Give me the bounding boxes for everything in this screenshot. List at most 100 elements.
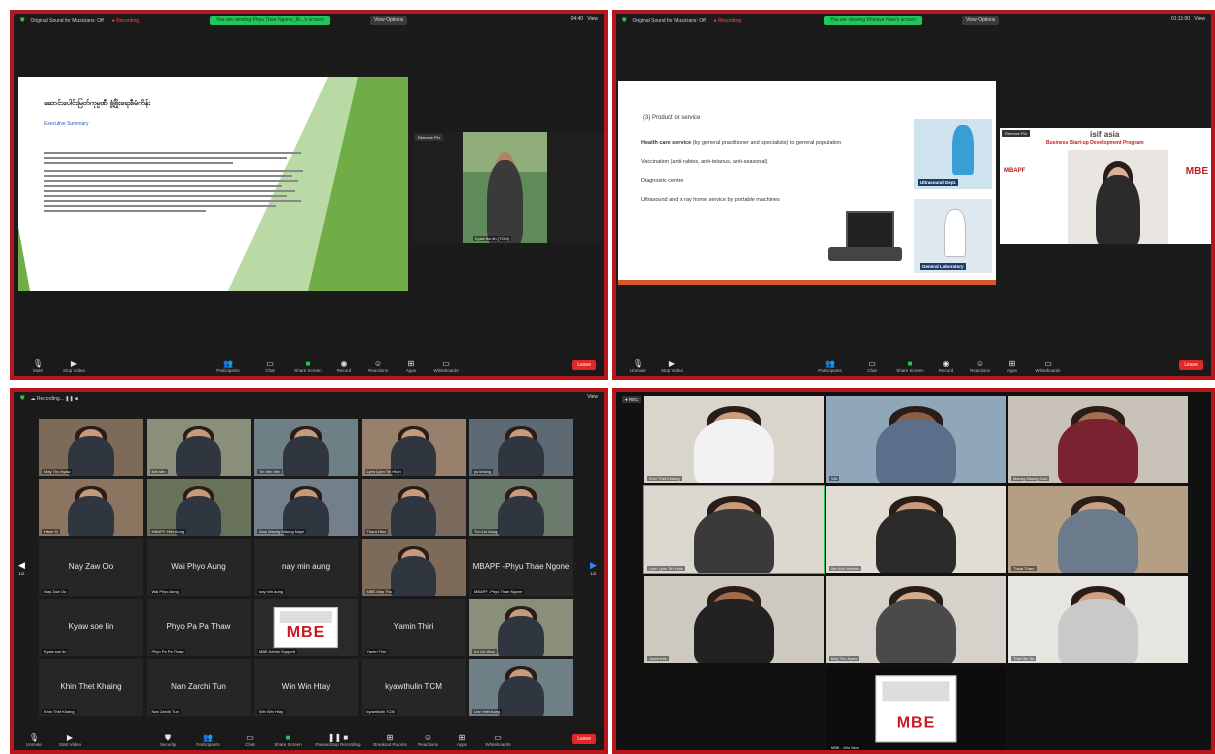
pause-stop-icon: ❚❚ ■ <box>327 733 349 742</box>
participant-tile[interactable]: Khin Thet Khaing <box>644 396 824 483</box>
participant-tile[interactable]: Thida Tharn <box>1008 486 1188 573</box>
participants-button[interactable]: 👥 Participants <box>208 359 248 373</box>
apps-button[interactable]: ⊞ Apps <box>442 733 482 747</box>
security-button[interactable]: ⛊ Security <box>148 733 188 747</box>
chat-button[interactable]: ▭ Chat <box>230 733 270 747</box>
recording-label: ☁ Recording... ❚❚ ■ <box>30 396 79 402</box>
leave-button[interactable]: Leave <box>1179 360 1203 370</box>
participant-display-name: Wai Phyo Aung <box>171 561 226 571</box>
pinned-video[interactable]: Remove Pin isif asia Business Start-up D… <box>1000 128 1211 244</box>
leave-button[interactable]: Leave <box>572 734 596 744</box>
shield-icon[interactable]: ⛊ <box>20 18 25 25</box>
participant-tile[interactable]: Win Win Htay Win Win Htay <box>254 659 358 716</box>
participant-tile[interactable]: MBAPF-Htet Aung <box>146 479 251 536</box>
participant-tile[interactable]: Wai Phyo Aung Wai Phyo Aung <box>146 539 251 596</box>
participants-button[interactable]: 👥 Participants <box>810 359 850 373</box>
original-sound-label[interactable]: Original Sound for Musicians: Off <box>633 18 706 24</box>
participant-tile[interactable]: Htwe Si <box>39 479 143 536</box>
participant-tile[interactable]: Vikl <box>826 396 1006 483</box>
stop-video-button[interactable]: ▶ Stop Video <box>54 359 94 373</box>
participant-tile[interactable]: Yamin Thiri Yamin Thiri <box>361 599 466 656</box>
participant-tile[interactable]: Tin Win Win <box>254 419 358 476</box>
unmute-button[interactable]: 🎙 Unmute <box>14 733 54 747</box>
view-options-button[interactable]: View Options <box>962 16 1000 25</box>
participant-tile[interactable]: Nay Zaw Oo Nay Zaw Oo <box>39 539 143 596</box>
start-video-button[interactable]: ▶ Start Video <box>50 733 90 747</box>
view-button[interactable]: View <box>1194 16 1205 22</box>
share-screen-button[interactable]: ■ Share Screen <box>890 359 930 373</box>
next-page-arrow[interactable]: ▶ 1/2 <box>590 560 597 576</box>
participant-tile[interactable]: Phyo Pa Pa Thaw Phyo Pa Pa Thaw <box>146 599 251 656</box>
pause-stop-recording-button[interactable]: ❚❚ ■ Pause/Stop Recording <box>308 733 368 747</box>
participant-tile[interactable]: May Thu Kyaw <box>826 576 1006 663</box>
participant-tile[interactable]: Thant Htoo <box>361 479 466 536</box>
participant-tile[interactable]: kyawthulin TCM kyawthulin TCM <box>361 659 466 716</box>
time-label: 01:11:00 <box>1170 16 1191 22</box>
participant-tile[interactable]: MBE MBE - Win Mon <box>826 666 1006 750</box>
participant-tile[interactable]: Linn Htet Aung <box>469 659 573 716</box>
participant-tile[interactable]: Tun Lin Aung <box>469 479 573 536</box>
participant-tile[interactable]: Amy Maung Maung Naye <box>254 479 358 536</box>
participant-tile[interactable]: MBE-May Thu <box>361 539 466 596</box>
pinned-video[interactable]: Remove Pin Kyaw thu lin (TCM) <box>413 132 604 243</box>
participant-tile[interactable]: Khin Thet Khaing Khin Thet Khaing <box>39 659 143 716</box>
participant-tile[interactable]: MBE MBE Admin Support <box>254 599 358 656</box>
participants-button[interactable]: 👥 Participants <box>188 733 228 747</box>
participant-tile[interactable]: Jackthetis <box>644 576 824 663</box>
shield-icon[interactable]: ⛊ <box>20 396 25 403</box>
breakout-rooms-button[interactable]: ⊞ Breakout Rooms <box>370 733 410 747</box>
participant-tile[interactable]: MBAPF -Phyu Thae Ngone MBAPF -Phyu Thae N… <box>469 539 573 596</box>
stop-video-button[interactable]: ▶ Stop Video <box>652 359 692 373</box>
slide-line-3: Diagnostic centre <box>641 178 684 184</box>
participant-tile[interactable]: yu khaing <box>469 419 573 476</box>
laboratory-label: General Laboratory <box>920 263 966 270</box>
participant-tile[interactable]: nay min aung nay min aung <box>254 539 358 596</box>
participant-name: Win Win Htay <box>257 709 286 714</box>
participant-name: Min Min Mohtoo <box>829 566 862 571</box>
mute-button[interactable]: 🎙 Mute <box>18 359 58 373</box>
participant-tile[interactable]: Ko Lin Htun <box>469 599 573 656</box>
participant-tile[interactable]: Min Min <box>146 419 251 476</box>
view-options-button[interactable]: View Options <box>370 16 408 25</box>
recording-indicator: ● Recording <box>713 18 742 24</box>
video-feed <box>826 486 1006 573</box>
apps-button[interactable]: ⊞ Apps <box>992 359 1032 373</box>
stop-video-label: Stop Video <box>63 368 85 373</box>
chat-button[interactable]: ▭ Chat <box>250 359 290 373</box>
whiteboards-button[interactable]: ▭ Whiteboards <box>426 359 466 373</box>
view-button[interactable]: View <box>587 16 598 22</box>
apps-label: Apps <box>456 742 468 747</box>
leave-button[interactable]: Leave <box>572 360 596 370</box>
original-sound-label[interactable]: Original Sound for Musicians: Off <box>31 18 104 24</box>
participant-name: May Thu Kyaw <box>829 656 860 661</box>
participant-tile[interactable]: Kyaw soe lin Kyaw soe lin <box>39 599 143 656</box>
participant-tile[interactable]: May Thu Kyaw <box>39 419 143 476</box>
share-screen-button[interactable]: ■ Share Screen <box>268 733 308 747</box>
participant-tile[interactable]: Min Min Mohtoo <box>826 486 1006 573</box>
participant-name: kyawthulin TCM <box>364 709 397 714</box>
video-camera-icon: ▶ <box>70 359 78 368</box>
remove-pin-button[interactable]: Remove Pin <box>415 134 443 141</box>
participant-name: Maung Maung Zaw <box>1011 476 1050 481</box>
share-screen-label: Share Screen <box>274 742 302 747</box>
participant-name: Khin Thet Khaing <box>42 709 77 714</box>
pause-stop-label: Pause/Stop Recording <box>315 742 361 747</box>
shield-icon[interactable]: ⛊ <box>622 18 627 25</box>
chat-label: Chat <box>245 742 255 747</box>
share-screen-button[interactable]: ■ Share Screen <box>288 359 328 373</box>
participant-tile[interactable]: That Htu Su <box>1008 576 1188 663</box>
whiteboard-icon: ▭ <box>494 733 502 742</box>
remove-pin-button[interactable]: Remove Pin <box>1002 130 1030 137</box>
view-button[interactable]: View <box>587 394 598 400</box>
participant-name: MBAPF -Phyu Thae Ngone <box>472 589 525 594</box>
whiteboards-button[interactable]: ▭ Whiteboards <box>1028 359 1068 373</box>
whiteboards-button[interactable]: ▭ Whiteboards <box>478 733 518 747</box>
apps-button[interactable]: ⊞ Apps <box>391 359 431 373</box>
participant-name: Nay Zaw Oo <box>42 589 69 594</box>
participant-tile[interactable]: Maung Maung Zaw <box>1008 396 1188 483</box>
participant-tile[interactable]: Lynn Lynn Tin Htun <box>643 485 825 574</box>
participant-tile[interactable]: Nan Zarchi Tun Nan Zarchi Tun <box>146 659 251 716</box>
participant-tile[interactable]: Lynn Lynn Tin Htun <box>361 419 466 476</box>
previous-page-arrow[interactable]: ◀ 1/2 <box>18 560 25 576</box>
chat-button[interactable]: ▭ Chat <box>852 359 892 373</box>
